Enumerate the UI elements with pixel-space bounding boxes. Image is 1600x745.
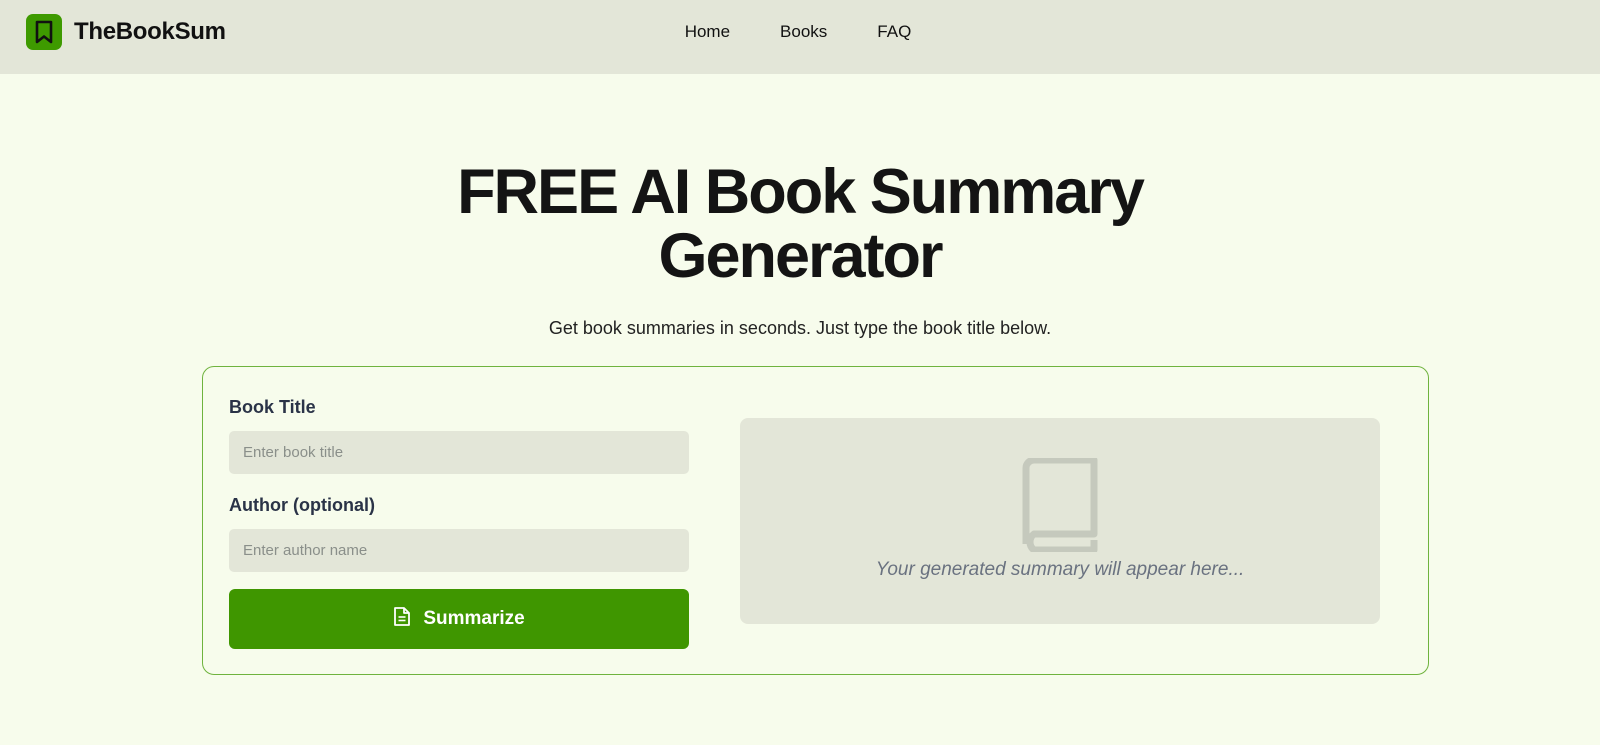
- page-title-line-2: Generator: [658, 221, 943, 291]
- nav-link-home[interactable]: Home: [685, 21, 730, 43]
- summarize-button[interactable]: Summarize: [229, 589, 689, 649]
- author-input[interactable]: [229, 529, 689, 572]
- page-title: FREE AI Book Summary Generator: [0, 160, 1600, 288]
- book-title-input[interactable]: [229, 431, 689, 474]
- top-navbar: TheBookSum Home Books FAQ: [0, 0, 1600, 74]
- summarize-button-label: Summarize: [423, 608, 525, 629]
- nav-link-books[interactable]: Books: [780, 21, 827, 43]
- page-subtitle: Get book summaries in seconds. Just type…: [548, 318, 1052, 338]
- summary-placeholder-text: Your generated summary will appear here.…: [875, 559, 1245, 580]
- nav-link-faq[interactable]: FAQ: [877, 21, 911, 43]
- book-title-label: Book Title: [229, 397, 316, 417]
- summary-generator-card: Book Title Author (optional) Summarize Y…: [202, 366, 1429, 675]
- document-icon: [393, 606, 411, 633]
- main-nav: Home Books FAQ: [0, 21, 1600, 43]
- page-title-line-1: FREE AI Book Summary: [457, 157, 1145, 227]
- author-label: Author (optional): [229, 495, 375, 515]
- summary-output-panel: Your generated summary will appear here.…: [740, 418, 1380, 624]
- book-icon: [1020, 456, 1098, 557]
